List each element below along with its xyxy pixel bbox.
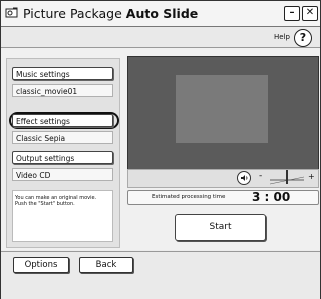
help-icon: ? — [299, 31, 307, 44]
settings-panel: Music settings classic_movie01 Effect se… — [6, 58, 120, 248]
estimated-time-label: Estimated processing time — [152, 194, 226, 200]
preview-image — [176, 75, 268, 143]
help-button[interactable]: ? — [294, 29, 312, 47]
music-settings-button[interactable]: Music settings — [12, 67, 113, 80]
window-title: Picture Package Auto Slide — [23, 6, 198, 21]
app-window: Picture Package Auto Slide – ✕ Help ? Mu… — [0, 0, 321, 299]
help-strip: Help ? — [1, 27, 320, 48]
music-value: classic_movie01 — [12, 84, 113, 97]
minimize-icon: – — [289, 7, 295, 18]
close-icon: ✕ — [305, 7, 315, 18]
close-button[interactable]: ✕ — [302, 6, 318, 21]
title-bold: Auto Slide — [125, 6, 199, 21]
title-bar: Picture Package Auto Slide – ✕ — [1, 1, 320, 27]
title-prefix: Picture Package — [23, 6, 122, 21]
app-icon — [5, 7, 18, 18]
effect-value: Classic Sepia — [12, 131, 113, 144]
minimize-button[interactable]: – — [284, 6, 300, 21]
estimated-time-value: 3 : 00 — [252, 190, 291, 204]
effect-settings-button[interactable]: Effect settings — [12, 114, 113, 127]
output-settings-button[interactable]: Output settings — [12, 151, 113, 164]
volume-minus: - — [259, 171, 263, 181]
help-label: Help — [274, 33, 290, 41]
output-value: Video CD — [12, 168, 113, 181]
volume-plus: + — [308, 172, 315, 181]
info-line-2: Push the "Start" button. — [15, 201, 75, 207]
back-button[interactable]: Back — [79, 257, 133, 273]
preview-frame — [127, 56, 319, 170]
estimated-time-bar: Estimated processing time 3 : 00 — [127, 190, 319, 205]
bottom-bar: Options Back — [1, 251, 320, 299]
options-button[interactable]: Options — [13, 257, 69, 273]
info-box: You can make an original movie. Push the… — [12, 190, 113, 242]
start-button[interactable]: Start — [175, 214, 266, 241]
main-content: Music settings classic_movie01 Effect se… — [1, 48, 320, 250]
speaker-icon[interactable] — [237, 171, 251, 185]
volume-slider-handle[interactable] — [286, 170, 288, 184]
preview-controls: - + — [127, 169, 319, 188]
